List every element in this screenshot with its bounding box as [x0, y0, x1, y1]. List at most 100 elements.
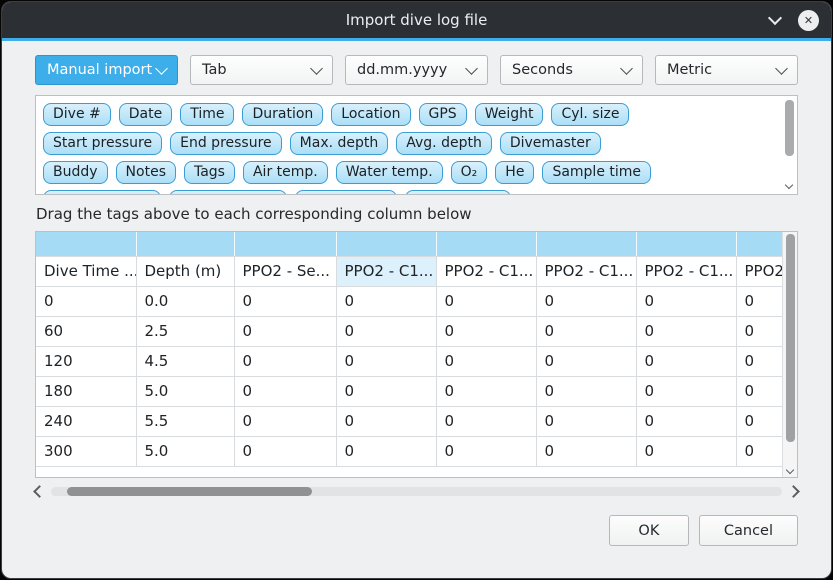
tag-chip[interactable]: Max. depth	[290, 132, 389, 155]
column-drop-target[interactable]	[636, 232, 736, 256]
table-body: 00.0000000602.50000001204.50000001805.00…	[36, 286, 798, 466]
tag-chip[interactable]: Sample time	[542, 161, 651, 184]
time-format-combo[interactable]: Seconds	[500, 55, 643, 85]
table-cell: 5.0	[136, 376, 234, 406]
table-cell: 0	[234, 376, 336, 406]
column-header: PPO2 - Se...	[234, 256, 336, 286]
scrollbar-track[interactable]	[51, 487, 782, 496]
tag-chip[interactable]: Cyl. size	[551, 103, 629, 126]
dialog-buttons: OK Cancel	[35, 515, 798, 546]
tag-chip[interactable]: Location	[331, 103, 410, 126]
tag-chip[interactable]: Sample pO₂	[295, 190, 397, 195]
table-cell: 5.0	[136, 436, 234, 466]
column-header: PPO2 - C1...	[436, 256, 536, 286]
scroll-down-icon[interactable]	[785, 181, 793, 189]
table-cell: 0	[234, 346, 336, 376]
close-button[interactable]: ✕	[798, 10, 819, 31]
table-cell: 0	[436, 286, 536, 316]
tag-chip[interactable]: GPS	[419, 103, 467, 126]
tag-chip[interactable]: Notes	[116, 161, 176, 184]
column-header: Depth (m)	[136, 256, 234, 286]
tag-chip[interactable]: Sample temp.	[169, 190, 287, 195]
shade-window-button[interactable]	[766, 11, 784, 29]
tag-chip[interactable]: Duration	[242, 103, 323, 126]
tag-chip[interactable]: Dive #	[43, 103, 111, 126]
tag-chip[interactable]: Divemaster	[500, 132, 601, 155]
column-header: Dive Time ...	[36, 256, 136, 286]
column-header: PPO2 - C1...	[636, 256, 736, 286]
table-vertical-scrollbar[interactable]	[782, 232, 797, 477]
column-drop-target[interactable]	[136, 232, 234, 256]
scrollbar-handle[interactable]	[67, 487, 312, 496]
table-cell: 0	[636, 406, 736, 436]
table-cell: 0.0	[136, 286, 234, 316]
tag-chip[interactable]: Buddy	[43, 161, 108, 184]
tag-chip[interactable]: O₂	[451, 161, 488, 184]
tag-chip[interactable]: Weight	[475, 103, 544, 126]
table-cell: 180	[36, 376, 136, 406]
drop-target-row	[36, 232, 798, 256]
dialog-content: Manual importTabdd.mm.yyyySecondsMetric …	[2, 41, 831, 546]
column-header: PPO2 - C1...	[336, 256, 436, 286]
table-horizontal-scrollbar[interactable]	[35, 484, 798, 499]
scroll-down-icon[interactable]	[786, 466, 794, 474]
table-cell: 0	[234, 316, 336, 346]
table-cell: 240	[36, 406, 136, 436]
column-drop-target[interactable]	[536, 232, 636, 256]
tag-chip[interactable]: Water temp.	[336, 161, 443, 184]
scroll-right-icon[interactable]	[787, 485, 800, 498]
table-cell: 0	[336, 286, 436, 316]
table-cell: 2.5	[136, 316, 234, 346]
import-preview-panel: Dive Time ...Depth (m)PPO2 - Se...PPO2 -…	[35, 231, 798, 478]
tag-chip[interactable]: Air temp.	[243, 161, 328, 184]
scrollbar-handle[interactable]	[785, 100, 794, 156]
import-mode-combo[interactable]: Manual import	[35, 55, 178, 85]
combo-row: Manual import Tab dd.mm.yyyy Seconds Metric	[35, 55, 798, 85]
import-table: Dive Time ...Depth (m)PPO2 - Se...PPO2 -…	[36, 232, 798, 467]
tag-chip[interactable]: Time	[180, 103, 234, 126]
tag-chip[interactable]: He	[495, 161, 534, 184]
table-row: 602.5000000	[36, 316, 798, 346]
titlebar-controls: ✕	[766, 2, 819, 38]
tag-row: Buddy Notes Tags Air temp. Water temp. O₂ He Sa…	[43, 161, 773, 184]
tag-row: Dive # Date Time Duration Location GPS Weight C…	[43, 103, 773, 126]
tag-chip[interactable]: Avg. depth	[396, 132, 492, 155]
table-cell: 0	[436, 406, 536, 436]
header-row: Dive Time ...Depth (m)PPO2 - Se...PPO2 -…	[36, 256, 798, 286]
table-cell: 0	[636, 286, 736, 316]
field-separator-combo[interactable]: Tab	[190, 55, 333, 85]
tags-scrollbar[interactable]	[783, 98, 795, 192]
table-cell: 300	[36, 436, 136, 466]
tags-panel-rows: Dive # Date Time Duration Location GPS Weight C…	[43, 103, 773, 195]
tag-chip[interactable]: Sample depth	[43, 190, 161, 195]
tag-chip[interactable]: Date	[119, 103, 172, 126]
scroll-left-icon[interactable]	[33, 485, 46, 498]
close-icon: ✕	[804, 15, 813, 26]
table-cell: 0	[336, 406, 436, 436]
table-cell: 5.5	[136, 406, 234, 436]
table-cell: 0	[436, 436, 536, 466]
column-drop-target[interactable]	[436, 232, 536, 256]
ok-button[interactable]: OK	[609, 515, 689, 546]
table-row: 00.0000000	[36, 286, 798, 316]
tag-chip[interactable]: Start pressure	[43, 132, 162, 155]
column-drop-target[interactable]	[234, 232, 336, 256]
date-format-combo[interactable]: dd.mm.yyyy	[345, 55, 488, 85]
tag-chip[interactable]: Tags	[184, 161, 235, 184]
combo-value: Seconds	[512, 62, 573, 78]
table-cell: 0	[536, 406, 636, 436]
column-drop-target[interactable]	[336, 232, 436, 256]
scrollbar-handle[interactable]	[786, 234, 795, 442]
tag-chip[interactable]: End pressure	[170, 132, 282, 155]
table-cell: 120	[36, 346, 136, 376]
table-cell: 0	[436, 316, 536, 346]
titlebar[interactable]: Import dive log file ✕	[2, 2, 831, 38]
table-cell: 0	[636, 316, 736, 346]
table-cell: 0	[636, 436, 736, 466]
tag-chip[interactable]: Sample CNS	[405, 190, 511, 195]
units-combo[interactable]: Metric	[655, 55, 798, 85]
cancel-button[interactable]: Cancel	[699, 515, 798, 546]
column-drop-target[interactable]	[36, 232, 136, 256]
table-row: 3005.0000000	[36, 436, 798, 466]
table-row: 1204.5000000	[36, 346, 798, 376]
